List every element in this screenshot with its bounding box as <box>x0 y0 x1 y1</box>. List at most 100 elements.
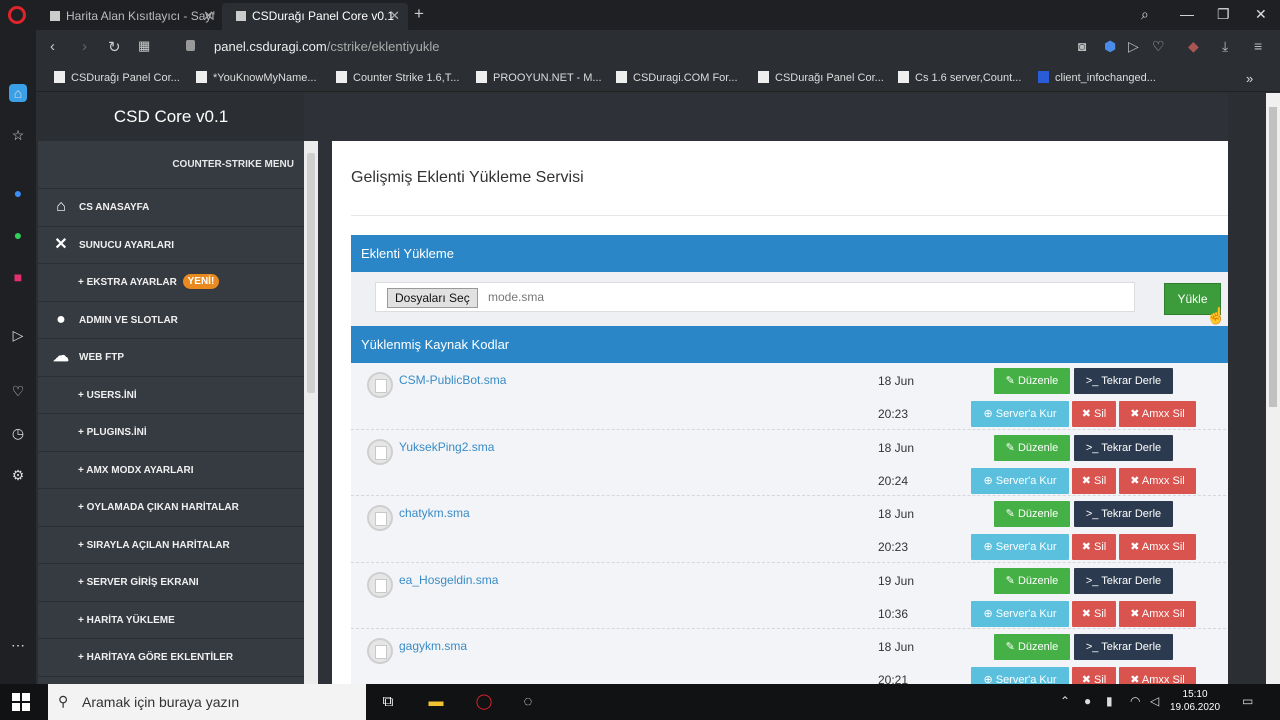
star-icon[interactable]: ☆ <box>9 126 27 144</box>
history-icon[interactable]: ◷ <box>9 424 27 442</box>
mic-icon[interactable]: ▮ <box>1106 694 1113 708</box>
windows-start-icon[interactable] <box>12 693 30 711</box>
opera-taskbar-icon[interactable]: ◯ <box>474 692 494 712</box>
nav-sunucu-ayarlari[interactable]: ✕ SUNUCU AYARLARI <box>38 227 304 264</box>
heart-icon[interactable]: ♡ <box>9 382 27 400</box>
install-server-button[interactable]: ⊕ Server'a Kur <box>971 401 1069 427</box>
delete-button[interactable]: ✖ Sil <box>1072 467 1116 494</box>
app-icon[interactable]: ◌ <box>518 692 538 712</box>
edit-button[interactable]: ✎ Düzenle <box>994 368 1070 394</box>
opera-logo-icon[interactable] <box>8 6 26 24</box>
nav-cs-anasayfa[interactable]: ⌂ CS ANASAYFA <box>38 189 304 227</box>
nav-haritaya-gore[interactable]: + HARİTAYA GÖRE EKLENTİLER <box>38 639 304 677</box>
delete-button[interactable]: ✖ Sil <box>1072 534 1116 560</box>
delete-amxx-button[interactable]: ✖ Amxx Sil <box>1119 467 1196 494</box>
edit-button[interactable]: ✎ Düzenle <box>994 434 1070 461</box>
sidebar-scroll-thumb[interactable] <box>307 153 315 393</box>
bookmark-item[interactable]: PROOYUN.NET - M... <box>476 71 602 84</box>
camera-icon[interactable]: ◙ <box>1078 38 1086 54</box>
volume-icon[interactable]: ◁ <box>1150 694 1159 708</box>
recompile-button[interactable]: >_ Tekrar Derle <box>1074 501 1173 527</box>
tab-harita[interactable]: Harita Alan Kısıtlayıcı - Sayf ✕ <box>36 3 222 30</box>
window-close-icon[interactable]: ✕ <box>1255 6 1267 23</box>
page-scroll-thumb[interactable] <box>1269 107 1277 407</box>
delete-button[interactable]: ✖ Sil <box>1072 667 1116 684</box>
panel-brand[interactable]: CSD Core v0.1 <box>38 93 304 141</box>
speed-dial-icon[interactable]: ▦ <box>138 38 150 54</box>
choose-files-button[interactable]: Dosyaları Seç <box>387 288 478 308</box>
delete-button[interactable]: ✖ Sil <box>1072 600 1116 627</box>
extension-icon[interactable]: ◆ <box>1188 38 1199 55</box>
file-explorer-icon[interactable]: ▬ <box>426 692 446 712</box>
file-checkbox[interactable] <box>367 505 393 531</box>
nav-admin-slotlar[interactable]: ● ADMIN VE SLOTLAR <box>38 302 304 339</box>
reload-icon[interactable]: ↻ <box>108 38 121 56</box>
edit-button[interactable]: ✎ Düzenle <box>994 501 1070 527</box>
download-icon[interactable]: ⤓ <box>1222 38 1228 55</box>
new-tab-button[interactable]: + <box>414 4 424 24</box>
send-icon[interactable]: ▷ <box>1128 38 1139 55</box>
bookmark-item[interactable]: Cs 1.6 server,Count... <box>898 71 1021 84</box>
delete-amxx-button[interactable]: ✖ Amxx Sil <box>1119 534 1196 560</box>
install-server-button[interactable]: ⊕ Server'a Kur <box>971 534 1069 560</box>
nav-web-ftp[interactable]: ☁ WEB FTP <box>38 339 304 377</box>
messenger-icon[interactable]: ● <box>9 184 27 202</box>
recompile-button[interactable]: >_ Tekrar Derle <box>1074 434 1173 461</box>
chevron-up-icon[interactable]: ⌃ <box>1060 694 1070 708</box>
send-icon[interactable]: ▷ <box>9 326 27 344</box>
url-field[interactable]: panel.csduragi.com/cstrike/eklentiyukle <box>214 39 439 54</box>
file-name-link[interactable]: CSM-PublicBot.sma <box>399 373 506 387</box>
bookmark-item[interactable]: Counter Strike 1.6,T... <box>336 71 459 84</box>
maximize-icon[interactable]: ❐ <box>1217 6 1230 23</box>
bookmark-item[interactable]: CSDurağı Panel Cor... <box>54 71 180 84</box>
file-checkbox[interactable] <box>367 438 393 465</box>
recompile-button[interactable]: >_ Tekrar Derle <box>1074 634 1173 660</box>
task-view-icon[interactable]: ⧉ <box>378 692 398 712</box>
delete-button[interactable]: ✖ Sil <box>1072 401 1116 427</box>
nav-users-ini[interactable]: + USERS.İNİ <box>38 377 304 414</box>
close-icon[interactable]: ✕ <box>389 8 400 24</box>
gear-icon[interactable]: ⚙ <box>9 466 27 484</box>
file-checkbox[interactable] <box>367 571 393 598</box>
delete-amxx-button[interactable]: ✖ Amxx Sil <box>1119 600 1196 627</box>
install-server-button[interactable]: ⊕ Server'a Kur <box>971 600 1069 627</box>
forward-icon[interactable]: › <box>82 38 87 55</box>
file-input[interactable]: Dosyaları Seç mode.sma <box>375 282 1135 312</box>
file-name-link[interactable]: YuksekPing2.sma <box>399 440 494 454</box>
bookmark-item[interactable]: CSDurağı Panel Cor... <box>758 71 884 84</box>
file-checkbox[interactable] <box>367 638 393 664</box>
nav-sirayla-haritalar[interactable]: + SIRAYLA AÇILAN HARİTALAR <box>38 527 304 564</box>
wifi-icon[interactable]: ◠ <box>1130 694 1140 708</box>
recompile-button[interactable]: >_ Tekrar Derle <box>1074 368 1173 394</box>
bookmark-item[interactable]: client_infochanged... <box>1038 71 1156 84</box>
tab-csdcore[interactable]: CSDurağı Panel Core v0.1 ✕ <box>222 3 408 30</box>
notifications-icon[interactable]: ▭ <box>1242 694 1253 708</box>
bookmark-item[interactable]: *YouKnowMyName... <box>196 71 317 84</box>
file-name-link[interactable]: gagykm.sma <box>399 639 467 653</box>
bookmark-item[interactable]: CSDuragi.COM For... <box>616 71 738 84</box>
whatsapp-icon[interactable]: ● <box>9 226 27 244</box>
minimize-icon[interactable]: — <box>1180 6 1194 22</box>
search-icon[interactable]: ⌕ <box>1141 6 1149 23</box>
nav-plugins-ini[interactable]: + PLUGINS.İNİ <box>38 414 304 452</box>
tray-app-icon[interactable]: ● <box>1084 694 1091 708</box>
install-server-button[interactable]: ⊕ Server'a Kur <box>971 467 1069 494</box>
close-icon[interactable]: ✕ <box>203 8 214 24</box>
nav-oylama-haritalar[interactable]: + OYLAMADA ÇIKAN HARİTALAR <box>38 489 304 527</box>
heart-icon[interactable]: ♡ <box>1152 38 1165 55</box>
back-icon[interactable]: ‹ <box>50 38 55 55</box>
file-name-link[interactable]: ea_Hosgeldin.sma <box>399 573 498 587</box>
shield-icon[interactable]: ⬢ <box>1104 38 1116 55</box>
more-icon[interactable]: ⋯ <box>9 636 27 654</box>
nav-server-giris[interactable]: + SERVER GİRİŞ EKRANI <box>38 564 304 602</box>
nav-ekstra-ayarlar[interactable]: + EKSTRA AYARLAR YENİ! <box>38 264 304 302</box>
instagram-icon[interactable]: ■ <box>9 268 27 286</box>
nav-harita-yukleme[interactable]: + HARİTA YÜKLEME <box>38 602 304 639</box>
more-bookmarks-icon[interactable]: » <box>1246 71 1253 86</box>
install-server-button[interactable]: ⊕ Server'a Kur <box>971 667 1069 684</box>
workspace-icon[interactable]: ⌂ <box>9 84 27 102</box>
file-checkbox[interactable] <box>367 372 393 398</box>
edit-button[interactable]: ✎ Düzenle <box>994 634 1070 660</box>
delete-amxx-button[interactable]: ✖ Amxx Sil <box>1119 401 1196 427</box>
edit-button[interactable]: ✎ Düzenle <box>994 567 1070 594</box>
